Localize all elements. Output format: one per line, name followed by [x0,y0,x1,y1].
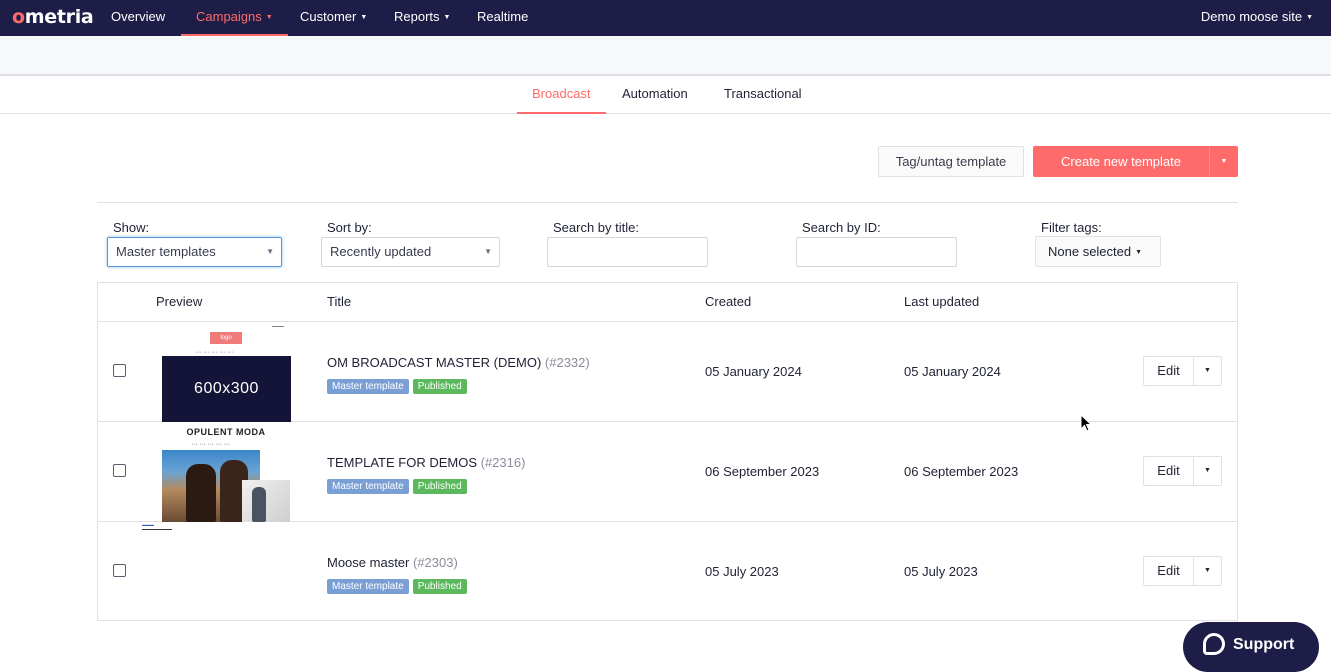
created-date: 05 January 2024 [705,364,802,379]
published-badge: Published [412,379,467,394]
create-new-template-button[interactable]: Create new template [1033,146,1209,177]
caret-down-icon: ▼ [1135,249,1143,256]
search-id-label: Search by ID: [802,220,881,235]
edit-button[interactable]: Edit [1143,356,1194,386]
row-checkbox[interactable] [113,464,126,477]
edit-button[interactable]: Edit [1143,456,1194,486]
edit-dropdown-button[interactable]: ▼ [1193,556,1222,586]
tab-transactional[interactable]: Transactional [709,76,817,114]
table-header: Preview Title Created Last updated [98,283,1237,322]
search-id-input[interactable] [796,237,957,267]
templates-table: Preview Title Created Last updated ▬▬▬▬ … [97,282,1238,621]
preview-figure [252,487,266,522]
table-row: OPULENT MODA ▪▪▪ ▪▪▪ ▪▪▪ ▪▪▪ ▪▪▪ TEMPLAT… [98,422,1237,522]
template-preview-thumbnail[interactable]: OPULENT MODA ▪▪▪ ▪▪▪ ▪▪▪ ▪▪▪ ▪▪▪ [162,425,292,522]
caret-down-icon: ▼ [1204,567,1211,574]
nav-customer[interactable]: Customer ▼ [285,0,382,36]
caret-down-icon: ▼ [443,14,451,21]
show-label: Show: [113,220,150,235]
master-template-badge: Master template [327,379,409,394]
filter-tags-label: Filter tags: [1041,220,1102,235]
column-header-preview: Preview [156,294,203,309]
created-date: 06 September 2023 [705,464,820,479]
master-template-badge: Master template [327,479,409,494]
mouse-cursor-icon [1080,414,1093,432]
sort-label: Sort by: [327,220,372,235]
column-header-created[interactable]: Created [705,283,751,321]
master-template-badge: Master template [327,579,409,594]
published-badge: Published [412,579,467,594]
column-header-title[interactable]: Title [327,283,351,321]
caret-down-icon: ▼ [360,14,368,21]
published-badge: Published [412,479,467,494]
table-row: ▬▬▬▬ logo ▪▪▪ ▪▪▪ ▪▪▪ ▪▪▪ ▪▪▪ 600x300 OM… [98,322,1237,422]
preview-secondary-image [242,480,290,522]
divider [97,202,1238,203]
nav-overview[interactable]: Overview [96,0,180,36]
header-band [0,36,1331,76]
nav-reports[interactable]: Reports ▼ [379,0,465,36]
show-select[interactable]: Master templates ▼ [107,237,282,267]
table-row: ▬▬▬ ▬▬▬▬▬▬▬▬▬▬ Moose master (#2303) Mast… [98,522,1237,622]
preview-body-text: ▬▬▬▬▬▬▬▬▬▬ [142,527,172,531]
row-checkbox[interactable] [113,364,126,377]
last-updated-date: 05 January 2024 [904,364,1001,379]
template-title[interactable]: TEMPLATE FOR DEMOS (#2316) [327,455,525,470]
template-badges: Master template Published [327,379,467,394]
preview-menu: ▪▪▪ ▪▪▪ ▪▪▪ ▪▪▪ ▪▪▪ [192,442,231,446]
ometria-logo[interactable]: ometria [12,6,94,28]
edit-dropdown-button[interactable]: ▼ [1193,356,1222,386]
search-title-input[interactable] [547,237,708,267]
template-preview-thumbnail[interactable]: ▬▬▬▬ logo ▪▪▪ ▪▪▪ ▪▪▪ ▪▪▪ ▪▪▪ 600x300 [162,324,292,422]
sort-select[interactable]: Recently updated ▼ [321,237,500,267]
tab-automation[interactable]: Automation [607,76,703,114]
edit-dropdown-button[interactable]: ▼ [1193,456,1222,486]
caret-down-icon: ▼ [1204,467,1211,474]
filter-tags-dropdown[interactable]: None selected ▼ [1035,236,1161,267]
chat-bubble-icon [1203,633,1225,655]
top-navbar: ometria Overview Campaigns ▼ Customer ▼ Re… [0,0,1331,36]
column-header-last-updated[interactable]: Last updated [904,283,979,321]
created-date: 05 July 2023 [705,564,779,579]
template-badges: Master template Published [327,479,467,494]
triangle-down-icon: ▼ [266,247,274,256]
preview-brand-title: OPULENT MODA [186,427,266,437]
tab-broadcast[interactable]: Broadcast [517,76,606,114]
campaign-type-tabs: Broadcast Automation Transactional [0,76,1331,114]
caret-down-icon: ▼ [1220,158,1228,165]
template-title[interactable]: OM BROADCAST MASTER (DEMO) (#2332) [327,355,590,370]
last-updated-date: 05 July 2023 [904,564,978,579]
preview-menu: ▪▪▪ ▪▪▪ ▪▪▪ ▪▪▪ ▪▪▪ [196,350,235,354]
nav-campaigns[interactable]: Campaigns ▼ [181,0,288,36]
row-checkbox[interactable] [113,564,126,577]
template-preview-thumbnail[interactable]: ▬▬▬ ▬▬▬▬▬▬▬▬▬▬ [142,522,262,542]
caret-down-icon: ▼ [1204,367,1211,374]
preview-logo-placeholder: logo [210,332,242,344]
search-title-label: Search by title: [553,220,639,235]
site-switcher[interactable]: Demo moose site ▼ [1201,0,1313,36]
preview-figure [186,464,216,522]
caret-down-icon: ▼ [1306,14,1313,21]
tag-untag-template-button[interactable]: Tag/untag template [878,146,1024,177]
create-template-dropdown-button[interactable]: ▼ [1209,146,1238,177]
triangle-down-icon: ▼ [484,247,492,256]
support-button[interactable]: Support [1183,622,1319,672]
template-badges: Master template Published [327,579,467,594]
preview-hero-placeholder: 600x300 [162,356,291,422]
nav-realtime[interactable]: Realtime [462,0,543,36]
edit-button[interactable]: Edit [1143,556,1194,586]
last-updated-date: 06 September 2023 [904,464,1019,479]
preview-header-text: ▬▬▬▬ [272,324,284,328]
caret-down-icon: ▼ [265,14,273,21]
template-title[interactable]: Moose master (#2303) [327,555,458,570]
